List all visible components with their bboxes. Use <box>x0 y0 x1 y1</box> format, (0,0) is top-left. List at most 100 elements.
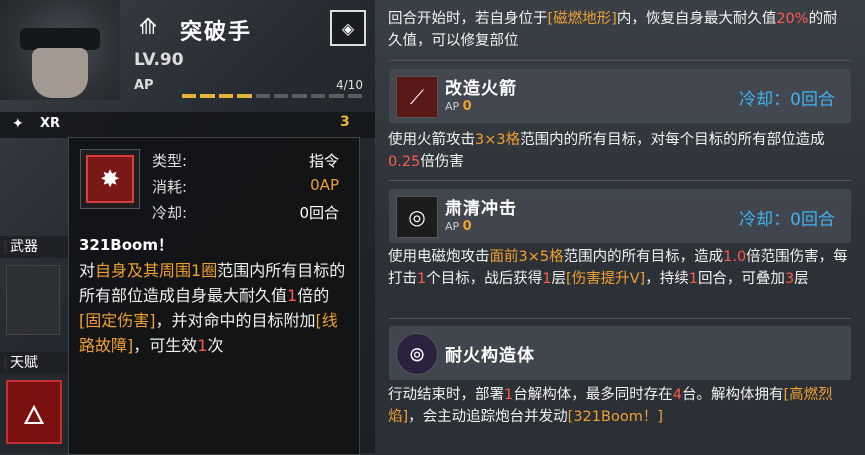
weapon-slot[interactable] <box>6 265 60 335</box>
tooltip-skill-icon: ✸ <box>80 149 140 209</box>
skill-description-purge: 使用电磁炮攻击面前3×5格范围内的所有目标，造成1.0倍范围伤害，每打击1个目标… <box>388 246 848 290</box>
ap-segment <box>347 94 363 98</box>
class-icon: ⟰ <box>138 15 158 40</box>
skill-description-rocket: 使用火箭攻击3×3格范围内的所有目标，对每个目标的所有部位造成 0.25倍伤害 <box>388 129 848 173</box>
text-segment: 使用电磁炮攻击 <box>388 249 490 265</box>
skill-header-rocket[interactable]: ⟋ 改造火箭 AP 0 冷却：0回合 <box>389 69 851 123</box>
highlight-keyword: 自身及其周围1圈 <box>95 261 218 280</box>
skill-description-construct: 行动结束时，部署1台解构体，最多同时存在4台。解构体拥有[高燃烈焰]，会主动追踪… <box>388 384 848 428</box>
tooltip-title: 321Boom！ <box>79 236 173 254</box>
emp-blast-icon: ◎ <box>396 196 438 238</box>
skill-ap-value: 0 <box>462 219 472 234</box>
tooltip-cooldown-value: 0回合 <box>299 204 339 222</box>
text-segment: 回合开始时，若自身位于 <box>388 11 548 27</box>
skill-header-purge[interactable]: ◎ 肃清冲击 AP 0 冷却：0回合 <box>389 189 851 243</box>
highlight-number: 1 <box>287 286 298 305</box>
highlight-number: 1 <box>417 271 427 287</box>
text-segment: 使用火箭攻击 <box>388 132 475 148</box>
layers-icon: ◈ <box>341 18 355 38</box>
text-segment: 倍的 <box>297 286 330 305</box>
skill-name: 耐火构造体 <box>445 346 535 366</box>
ap-segment <box>218 94 234 98</box>
skill-name: 改造火箭 <box>445 79 517 99</box>
unit-level: LV.90 <box>134 50 184 70</box>
text-segment: 范围内的所有目标，造成 <box>563 249 724 265</box>
skill-ap: AP 0 <box>445 219 472 234</box>
flame-icon: 🜂 <box>22 400 46 431</box>
skill-tooltip: ✸ 类型: 指令 消耗: 0AP 冷却: 0回合 321Boom！ 对自身及其周… <box>68 137 360 455</box>
ap-count: 4/10 <box>336 78 363 92</box>
text-segment: ，可生效 <box>133 336 198 355</box>
ap-segment <box>182 94 197 98</box>
highlight-number: 3 <box>784 271 795 287</box>
ap-label: AP <box>134 78 154 93</box>
highlight-number: 1 <box>197 336 208 355</box>
text-segment: 内，恢复自身最大耐久值 <box>616 11 777 27</box>
ap-segment <box>237 94 252 98</box>
xr-label: XR <box>40 116 61 131</box>
text-segment: ，会主动追踪炮台并发动 <box>408 409 568 425</box>
text-segment: 层 <box>551 271 566 287</box>
text-segment: 台解构体，最多同时存在 <box>513 387 673 403</box>
skill-ap-value: 0 <box>462 99 472 114</box>
ap-segment <box>255 94 271 98</box>
skill-ap-label: AP <box>445 220 460 233</box>
portrait-visor <box>20 28 100 50</box>
xr-icon: ✦ <box>12 116 24 132</box>
highlight-keyword: 3×3格 <box>475 132 521 148</box>
ap-progress-bar <box>182 94 363 98</box>
highlight-number: 1 <box>688 271 698 287</box>
ap-segment <box>200 94 215 98</box>
skill-ap-label: AP <box>445 100 460 113</box>
highlight-keyword: 面前3×5格 <box>489 249 564 265</box>
highlight-number: 1.0 <box>723 249 747 265</box>
divider <box>389 60 851 61</box>
tooltip-cost-label: 消耗: <box>152 178 188 196</box>
skill-cooldown: 冷却：0回合 <box>739 210 835 230</box>
tooltip-type-label: 类型: <box>152 152 188 170</box>
text-segment: 层 <box>794 271 809 287</box>
ap-segment <box>329 94 344 98</box>
skill-name: 肃清冲击 <box>445 199 517 219</box>
text-segment: 范围内的所有目标，对每个目标的所有部位造成 <box>520 132 825 148</box>
unit-name: 突破手 <box>180 20 253 45</box>
tooltip-cost-value: 0AP <box>310 176 339 194</box>
ap-segment <box>274 94 289 98</box>
divider <box>389 180 851 181</box>
text-segment: 行动结束时，部署 <box>388 387 504 403</box>
construct-icon: ⊚ <box>396 333 438 375</box>
highlight-keyword: [磁燃地形] <box>547 11 617 27</box>
layers-toggle-button[interactable]: ◈ <box>330 10 366 46</box>
divider <box>389 318 851 319</box>
text-segment: ，并对命中的目标附加 <box>155 311 316 330</box>
text-segment: 次 <box>207 336 224 355</box>
text-segment: 个目标，战后获得 <box>426 271 543 287</box>
ap-segment <box>292 94 307 98</box>
text-segment: 倍伤害 <box>420 154 464 170</box>
skill-header-construct[interactable]: ⊚ 耐火构造体 <box>389 326 851 380</box>
text-segment: 台。解构体拥有 <box>681 387 784 403</box>
highlight-keyword: [固定伤害] <box>79 311 156 330</box>
highlight-number: 20% <box>776 11 809 27</box>
xr-value: 3 <box>340 114 350 130</box>
portrait-face <box>32 48 88 98</box>
highlight-number: 0.25 <box>388 154 421 170</box>
talent-slot[interactable]: 🜂 <box>6 380 62 444</box>
text-segment: ，持续 <box>645 271 689 287</box>
highlight-keyword: [伤害提升Ⅴ] <box>565 271 646 287</box>
highlight-keyword: [321Boom！] <box>567 409 663 425</box>
tooltip-type-value: 指令 <box>308 152 339 170</box>
text-segment: 对 <box>79 261 96 280</box>
unit-portrait <box>0 0 120 100</box>
ap-segment <box>310 94 326 98</box>
highlight-number: 1 <box>504 387 514 403</box>
highlight-number: 4 <box>672 387 682 403</box>
skill-ap: AP 0 <box>445 99 472 114</box>
tooltip-cooldown-label: 冷却: <box>152 204 188 222</box>
tooltip-description: 对自身及其周围1圈范围内所有目标的所有部位造成自身最大耐久值1倍的[固定伤害]，… <box>79 258 349 358</box>
passive-description: 回合开始时，若自身位于[磁燃地形]内，恢复自身最大耐久值20%的耐久值，可以修复… <box>388 8 848 52</box>
text-segment: 回合，可叠加 <box>697 271 785 287</box>
skill-cooldown: 冷却：0回合 <box>739 90 835 110</box>
explosion-icon: ✸ <box>86 155 134 203</box>
rocket-icon: ⟋ <box>396 76 438 118</box>
